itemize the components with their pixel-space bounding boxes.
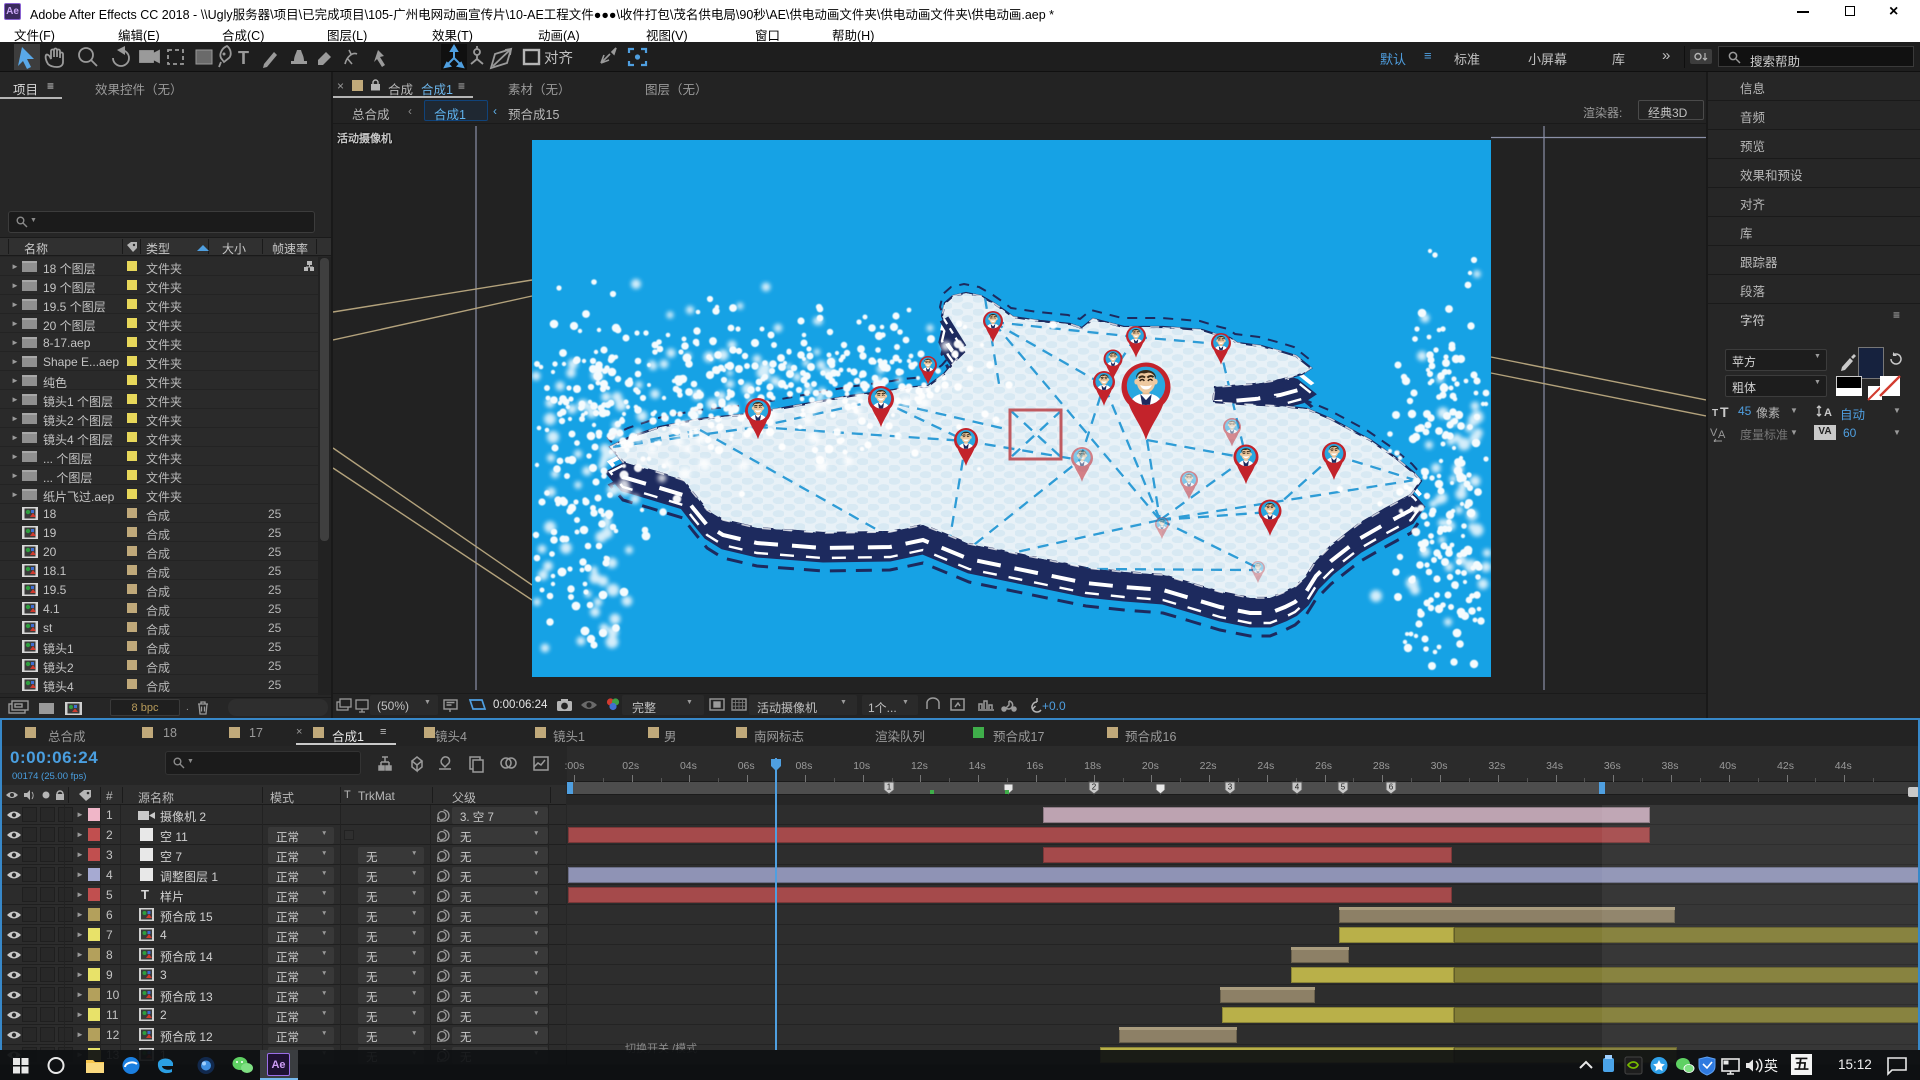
svg-text:1: 1: [887, 783, 892, 792]
svg-text:A: A: [1718, 429, 1726, 441]
svg-text:T: T: [238, 48, 249, 68]
svg-text:对齐: 对齐: [544, 50, 573, 67]
svg-text:6: 6: [1389, 783, 1394, 792]
svg-text:2: 2: [1092, 783, 1097, 792]
svg-text:V: V: [1710, 427, 1718, 439]
svg-text:A: A: [1824, 407, 1832, 419]
svg-text:4: 4: [1295, 783, 1300, 792]
svg-text:5: 5: [1341, 783, 1346, 792]
svg-text:3: 3: [1228, 783, 1233, 792]
